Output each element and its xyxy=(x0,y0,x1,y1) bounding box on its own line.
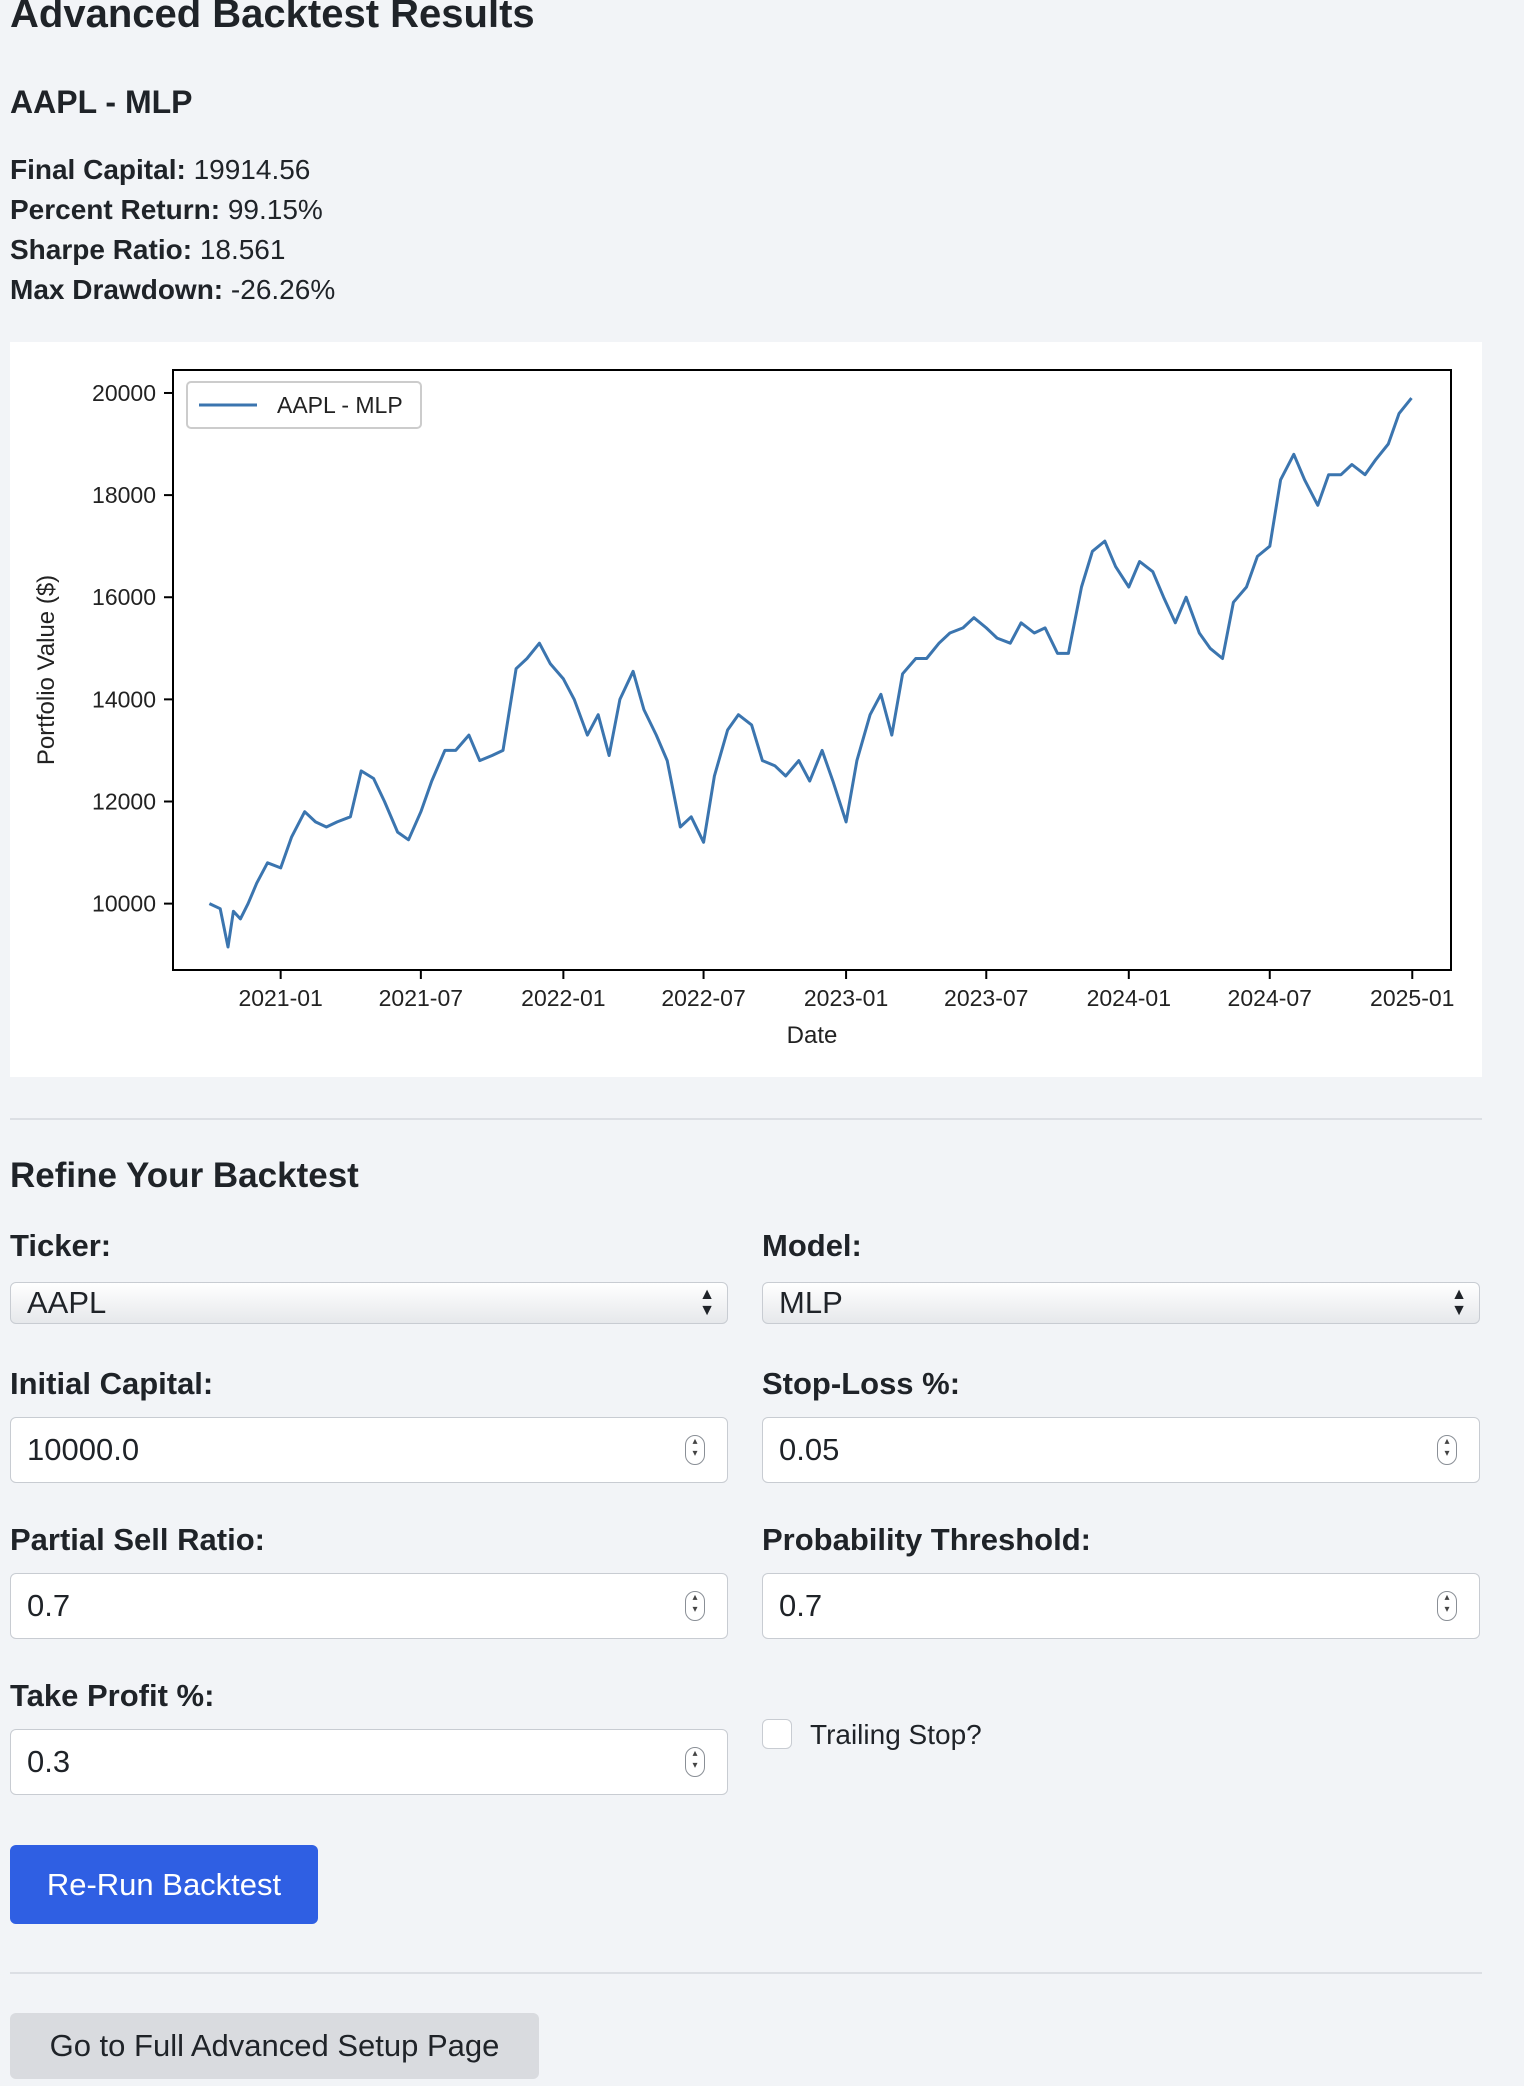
result-heading: AAPL - MLP xyxy=(10,84,193,120)
metric-sharpe-ratio: Sharpe Ratio: 18.561 xyxy=(10,234,286,265)
stop-loss-input[interactable]: 0.05 ▴ ▾ xyxy=(762,1417,1480,1483)
plot-frame xyxy=(172,369,1452,971)
metrics-list: Final Capital: 19914.56 Percent Return: … xyxy=(10,150,335,310)
stop-loss-value: 0.05 xyxy=(779,1432,840,1467)
y-tick-label: 14000 xyxy=(92,686,156,712)
spinner-icon[interactable]: ▴ ▾ xyxy=(1437,1591,1457,1621)
ticker-select[interactable]: AAPL ▲ ▼ xyxy=(10,1282,728,1324)
series-line xyxy=(208,397,1413,949)
divider xyxy=(10,1118,1482,1120)
x-tick-label: 2023-07 xyxy=(944,985,1028,1011)
y-tick-label: 18000 xyxy=(92,482,156,508)
probability-threshold-input[interactable]: 0.7 ▴ ▾ xyxy=(762,1573,1480,1639)
divider xyxy=(10,1972,1482,1974)
take-profit-value: 0.3 xyxy=(27,1744,71,1779)
trailing-stop-label: Trailing Stop? xyxy=(810,1719,982,1750)
probability-threshold-label: Probability Threshold: xyxy=(762,1522,1091,1557)
take-profit-input[interactable]: 0.3 ▴ ▾ xyxy=(10,1729,728,1795)
y-axis-label: Portfolio Value ($) xyxy=(33,575,60,765)
x-tick-label: 2025-01 xyxy=(1370,985,1454,1011)
refine-heading: Refine Your Backtest xyxy=(10,1156,359,1195)
page-title: Advanced Backtest Results xyxy=(10,0,535,36)
y-tick-label: 16000 xyxy=(92,584,156,610)
ticker-select-value: AAPL xyxy=(27,1285,107,1320)
x-tick-label: 2023-01 xyxy=(804,985,888,1011)
partial-sell-ratio-label: Partial Sell Ratio: xyxy=(10,1522,265,1557)
x-tick-label: 2021-01 xyxy=(238,985,322,1011)
x-tick-label: 2022-07 xyxy=(661,985,745,1011)
chart-svg: 10000 12000 14000 16000 18000 20000 2021-01 202… xyxy=(33,369,1454,1049)
take-profit-label: Take Profit %: xyxy=(10,1678,215,1713)
model-select-value: MLP xyxy=(779,1285,843,1320)
full-setup-button[interactable]: Go to Full Advanced Setup Page xyxy=(10,2013,539,2079)
x-tick-label: 2022-01 xyxy=(521,985,605,1011)
select-arrows-icon: ▲ ▼ xyxy=(699,1286,715,1319)
x-tick-label: 2024-07 xyxy=(1228,985,1312,1011)
initial-capital-value: 10000.0 xyxy=(27,1432,140,1467)
probability-threshold-value: 0.7 xyxy=(779,1588,823,1623)
trailing-stop-checkbox[interactable] xyxy=(762,1719,792,1749)
initial-capital-input[interactable]: 10000.0 ▴ ▾ xyxy=(10,1417,728,1483)
y-tick-label: 12000 xyxy=(92,788,156,814)
initial-capital-label: Initial Capital: xyxy=(10,1366,214,1401)
select-arrows-icon: ▲ ▼ xyxy=(1451,1286,1467,1319)
metric-percent-return: Percent Return: 99.15% xyxy=(10,194,323,225)
x-tick-label: 2024-01 xyxy=(1087,985,1171,1011)
model-select[interactable]: MLP ▲ ▼ xyxy=(762,1282,1480,1324)
spinner-icon[interactable]: ▴ ▾ xyxy=(685,1591,705,1621)
y-tick-label: 20000 xyxy=(92,380,156,406)
partial-sell-ratio-value: 0.7 xyxy=(27,1588,71,1623)
y-tick-label: 10000 xyxy=(92,891,156,917)
x-axis-label: Date xyxy=(787,1022,838,1049)
spinner-icon[interactable]: ▴ ▾ xyxy=(685,1747,705,1777)
legend-label: AAPL - MLP xyxy=(277,392,403,418)
rerun-backtest-button[interactable]: Re-Run Backtest xyxy=(10,1845,318,1924)
portfolio-chart: 10000 12000 14000 16000 18000 20000 2021-01 202… xyxy=(10,342,1482,1077)
spinner-icon[interactable]: ▴ ▾ xyxy=(685,1435,705,1465)
ticker-label: Ticker: xyxy=(10,1228,112,1263)
model-label: Model: xyxy=(762,1228,862,1263)
spinner-icon[interactable]: ▴ ▾ xyxy=(1437,1435,1457,1465)
x-tick-label: 2021-07 xyxy=(379,985,463,1011)
metric-max-drawdown: Max Drawdown: -26.26% xyxy=(10,274,336,305)
metric-final-capital: Final Capital: 19914.56 xyxy=(10,154,311,185)
stop-loss-label: Stop-Loss %: xyxy=(762,1366,961,1401)
partial-sell-ratio-input[interactable]: 0.7 ▴ ▾ xyxy=(10,1573,728,1639)
